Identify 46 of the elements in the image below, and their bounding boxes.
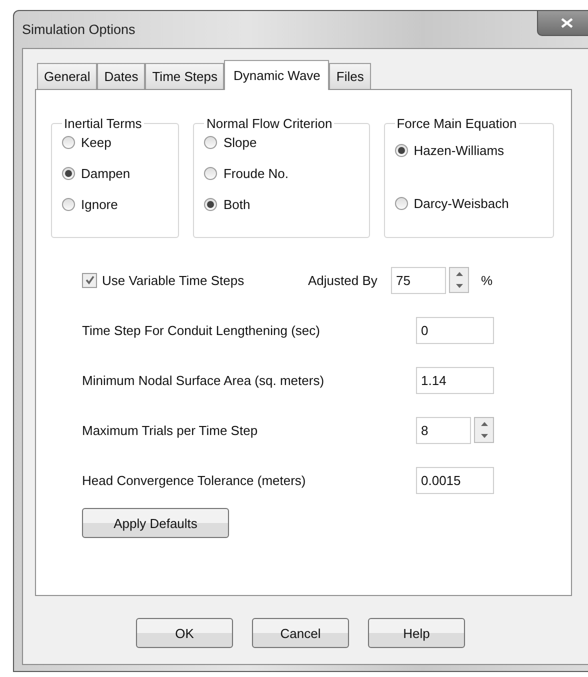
apply-defaults-button[interactable]: Apply Defaults — [82, 508, 229, 538]
field-label: Head Convergence Tolerance (meters) — [82, 472, 307, 488]
dialog-button[interactable]: Help — [368, 618, 465, 648]
field-label: Time Step For Conduit Lengthening (sec) — [82, 322, 321, 338]
radio-button[interactable] — [204, 167, 218, 180]
field-label: Adjusted By — [308, 272, 378, 288]
group-title: Normal Flow Criterion — [205, 116, 334, 131]
input-field[interactable]: 75 — [391, 266, 446, 294]
unit-label: % — [481, 272, 493, 288]
radio-option[interactable]: Dampen — [62, 166, 168, 181]
tab[interactable]: General — [37, 63, 98, 89]
tab[interactable]: Dates — [97, 63, 146, 89]
radio-button[interactable] — [62, 198, 75, 211]
close-icon — [561, 18, 573, 28]
checkbox[interactable] — [82, 272, 97, 288]
dialog-button[interactable]: Cancel — [252, 618, 349, 648]
radio-button[interactable] — [62, 167, 75, 180]
group-title: Inertial Terms — [63, 116, 143, 131]
radio-button[interactable] — [204, 136, 218, 149]
input-field[interactable]: 0 — [416, 316, 494, 344]
group-title: Force Main Equation — [396, 116, 518, 131]
radio-button[interactable] — [62, 136, 75, 149]
tab[interactable]: Dynamic Wave — [224, 60, 330, 90]
tab[interactable]: Files — [329, 63, 371, 89]
radio-button[interactable] — [394, 144, 408, 157]
radio-option[interactable]: Slope — [204, 135, 359, 150]
radio-option[interactable]: Keep — [62, 135, 168, 150]
spinner-buttons[interactable] — [474, 417, 494, 443]
radio-button[interactable] — [394, 197, 408, 210]
spinner-buttons[interactable] — [449, 267, 469, 293]
input-field[interactable]: 0.0015 — [416, 466, 494, 494]
dialog-button[interactable]: OK — [136, 618, 233, 648]
radio-option[interactable]: Darcy-Weisbach — [394, 196, 544, 211]
radio-option[interactable]: Hazen-Williams — [394, 143, 544, 158]
window-title: Simulation Options — [22, 22, 136, 37]
field-label: Maximum Trials per Time Step — [82, 422, 259, 438]
input-field[interactable]: 8 — [416, 416, 471, 444]
field-label: Minimum Nodal Surface Area (sq. meters) — [82, 372, 326, 388]
checkbox-option[interactable]: Use Variable Time Steps — [82, 272, 308, 288]
tab[interactable]: Time Steps — [145, 63, 224, 89]
radio-option[interactable]: Froude No. — [204, 166, 359, 181]
input-field[interactable]: 1.14 — [416, 366, 494, 394]
radio-option[interactable]: Ignore — [62, 197, 168, 212]
close-button[interactable] — [537, 11, 588, 36]
radio-option[interactable]: Both — [204, 197, 359, 212]
radio-button[interactable] — [204, 198, 218, 211]
